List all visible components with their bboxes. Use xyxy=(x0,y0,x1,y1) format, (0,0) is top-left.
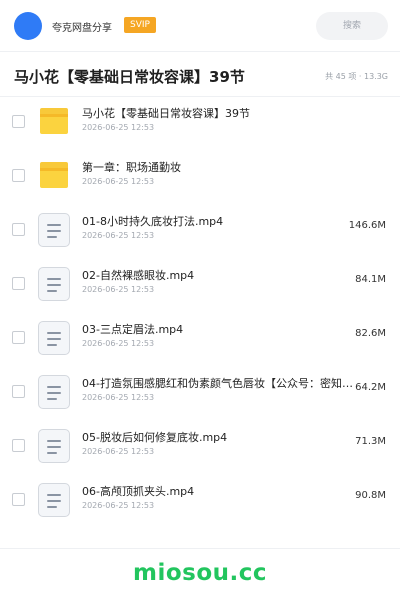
item-date: 2026-06-25 12:53 xyxy=(82,447,155,456)
search-input[interactable]: 搜索 xyxy=(316,12,388,40)
select-checkbox[interactable] xyxy=(12,439,25,452)
video-file-icon xyxy=(38,321,70,355)
video-file-icon xyxy=(38,213,70,247)
item-name: 06-高颅顶抓夹头.mp4 xyxy=(82,485,195,498)
item-size: 90.8M xyxy=(355,490,386,501)
folder-titlebar: 马小花【零基础日常妆容课】39节 共 45 项 · 13.3G xyxy=(0,52,400,97)
item-date: 2026-06-25 12:53 xyxy=(82,501,155,510)
header: 夸克网盘分享 SVIP 搜索 xyxy=(0,0,400,52)
video-file-icon xyxy=(38,267,70,301)
item-size: 71.3M xyxy=(355,436,386,447)
select-checkbox[interactable] xyxy=(12,385,25,398)
item-name: 马小花【零基础日常妆容课】39节 xyxy=(82,107,250,120)
item-name: 05-脱妆后如何修复底妆.mp4 xyxy=(82,431,228,444)
select-checkbox[interactable] xyxy=(12,331,25,344)
item-name: 02-自然裸感眼妆.mp4 xyxy=(82,269,195,282)
video-file-icon xyxy=(38,483,70,517)
video-file-icon xyxy=(38,375,70,409)
folder-meta: 共 45 项 · 13.3G xyxy=(325,72,388,81)
file-list: 马小花【零基础日常妆容课】39节 2026-06-25 12:53 第一章：职场… xyxy=(0,93,400,525)
app-root: 夸克网盘分享 SVIP 搜索 马小花【零基础日常妆容课】39节 共 45 项 ·… xyxy=(0,0,400,600)
item-size: 146.6M xyxy=(348,220,386,231)
video-file-icon xyxy=(38,429,70,463)
item-date: 2026-06-25 12:53 xyxy=(82,231,155,240)
item-size: 64.2M xyxy=(355,382,386,393)
item-name: 第一章：职场通勤妆 xyxy=(82,161,181,174)
item-date: 2026-06-25 12:53 xyxy=(82,285,155,294)
item-date: 2026-06-25 12:53 xyxy=(82,393,155,402)
list-item[interactable]: 04-打造氛围感腮红和伪素颜气色唇妆【公众号：密知… 2026-06-25 12… xyxy=(0,363,400,417)
watermark-logo: miosou.cc xyxy=(132,560,268,586)
select-checkbox[interactable] xyxy=(12,493,25,506)
item-date: 2026-06-25 12:53 xyxy=(82,339,155,348)
list-item[interactable]: 05-脱妆后如何修复底妆.mp4 2026-06-25 12:53 71.3M xyxy=(0,417,400,471)
page-title: 马小花【零基础日常妆容课】39节 xyxy=(14,68,245,86)
list-item[interactable]: 06-高颅顶抓夹头.mp4 2026-06-25 12:53 90.8M xyxy=(0,471,400,525)
svip-badge[interactable]: SVIP xyxy=(124,17,156,33)
select-checkbox[interactable] xyxy=(12,115,25,128)
select-checkbox[interactable] xyxy=(12,169,25,182)
avatar[interactable] xyxy=(14,12,42,40)
item-date: 2026-06-25 12:53 xyxy=(82,123,155,132)
item-date: 2026-06-25 12:53 xyxy=(82,177,155,186)
list-item[interactable]: 马小花【零基础日常妆容课】39节 2026-06-25 12:53 xyxy=(0,93,400,147)
list-item[interactable]: 03-三点定眉法.mp4 2026-06-25 12:53 82.6M xyxy=(0,309,400,363)
item-size: 82.6M xyxy=(355,328,386,339)
select-checkbox[interactable] xyxy=(12,277,25,290)
footer-divider xyxy=(0,548,400,549)
select-checkbox[interactable] xyxy=(12,223,25,236)
list-item[interactable]: 第一章：职场通勤妆 2026-06-25 12:53 xyxy=(0,147,400,201)
folder-icon xyxy=(38,105,70,139)
folder-icon xyxy=(38,159,70,193)
item-name: 04-打造氛围感腮红和伪素颜气色唇妆【公众号：密知… xyxy=(82,377,352,390)
item-name: 03-三点定眉法.mp4 xyxy=(82,323,184,336)
brand-name: 夸克网盘分享 xyxy=(52,23,112,34)
item-size: 84.1M xyxy=(355,274,386,285)
list-item[interactable]: 02-自然裸感眼妆.mp4 2026-06-25 12:53 84.1M xyxy=(0,255,400,309)
list-item[interactable]: 01-8小时持久底妆打法.mp4 2026-06-25 12:53 146.6M xyxy=(0,201,400,255)
item-name: 01-8小时持久底妆打法.mp4 xyxy=(82,215,224,228)
